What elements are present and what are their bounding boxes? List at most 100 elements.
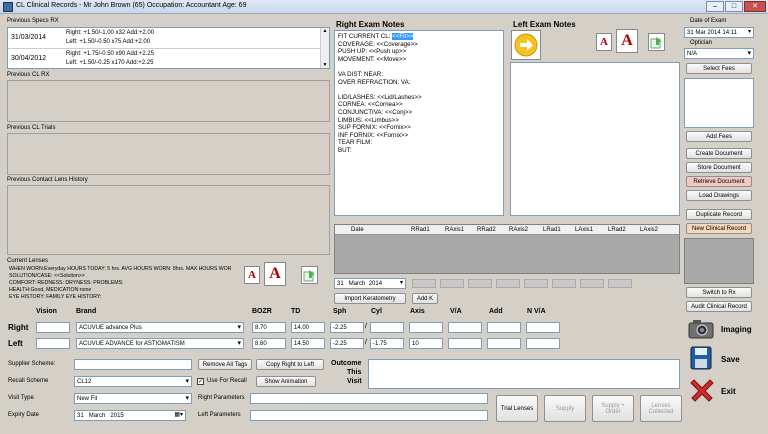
keratometry-grid[interactable]: Date RRad1 RAxis1 RRad2 RAxis2 LRad1 LAx… xyxy=(334,224,680,274)
optician-label: Optician xyxy=(690,40,713,46)
font-larger-button[interactable]: A xyxy=(264,262,286,286)
new-clinical-record-button[interactable]: New Clinical Record xyxy=(686,223,752,234)
right-brand-select[interactable]: ACUVUE advance Plus xyxy=(76,322,244,333)
expiry-date-picker[interactable]: 31 March 2015 ▦▾ xyxy=(74,410,186,421)
switch-to-rx-button[interactable]: Switch to Rx xyxy=(686,287,752,298)
left-vision-field[interactable] xyxy=(36,338,70,349)
supply-button[interactable]: Supply xyxy=(544,395,586,422)
left-eye-label: Left xyxy=(8,339,23,348)
select-fees-button[interactable]: Select Fees xyxy=(686,63,752,74)
font-smaller-button[interactable]: A xyxy=(244,266,260,284)
prev-specs-list[interactable]: 31/03/2014 Right: +1.50/-1.00 x32 Add:+2… xyxy=(7,27,330,69)
right-td-field[interactable]: 14.00 xyxy=(291,322,325,333)
floppy-disk-icon xyxy=(690,346,712,370)
window-title: CL Clinical Records - Mr John Brown (65)… xyxy=(16,2,247,9)
save-button[interactable]: Save xyxy=(688,346,758,372)
right-bozr-field[interactable]: 8.70 xyxy=(252,322,286,333)
load-drawings-button[interactable]: Load Drawings xyxy=(686,190,752,201)
kerato-input-1[interactable] xyxy=(412,279,436,288)
current-lenses-text[interactable]: WHEN WORN:Everyday HOURS TODAY: 5 hrs. A… xyxy=(7,266,242,306)
left-font-larger-button[interactable]: A xyxy=(616,29,638,53)
kerato-input-2[interactable] xyxy=(440,279,464,288)
app-icon xyxy=(3,2,13,12)
left-add-field[interactable] xyxy=(487,338,521,349)
duplicate-record-button[interactable]: Duplicate Record xyxy=(686,209,752,220)
kerato-input-6[interactable] xyxy=(552,279,576,288)
left-export-button[interactable] xyxy=(648,33,665,51)
show-animation-button[interactable]: Show Animation xyxy=(256,376,316,387)
spec-date: 30/04/2012 xyxy=(11,55,47,62)
lenses-collected-button[interactable]: Lenses Collected xyxy=(640,395,682,422)
prev-cl-rx-label: Previous CL RX xyxy=(7,72,50,78)
import-keratometry-button[interactable]: Import Keratometry xyxy=(334,293,406,304)
copy-notes-button[interactable] xyxy=(511,30,541,60)
kerato-input-4[interactable] xyxy=(496,279,520,288)
store-document-button[interactable]: Store Document xyxy=(686,162,752,173)
right-axis-field[interactable] xyxy=(409,322,443,333)
prev-cl-rx-panel xyxy=(7,80,330,122)
kerato-input-8[interactable] xyxy=(608,279,632,288)
imaging-button[interactable]: Imaging xyxy=(688,318,758,340)
right-cyl-field[interactable] xyxy=(370,322,404,333)
remove-all-tags-button[interactable]: Remove All Tags xyxy=(198,359,252,370)
left-va-field[interactable] xyxy=(448,338,482,349)
create-document-button[interactable]: Create Document xyxy=(686,148,752,159)
right-nva-field[interactable] xyxy=(526,322,560,333)
kerato-input-5[interactable] xyxy=(524,279,548,288)
title-bar: CL Clinical Records - Mr John Brown (65)… xyxy=(0,0,768,14)
maximize-button[interactable]: □ xyxy=(725,1,743,12)
copy-right-to-left-button[interactable]: Copy Right to Left xyxy=(256,359,324,370)
left-brand-select[interactable]: ACUVUE ADVANCE for ASTIGMATISM xyxy=(76,338,244,349)
kerato-date-picker[interactable]: 31 March 2014 ▾ xyxy=(334,278,406,289)
kerato-input-3[interactable] xyxy=(468,279,492,288)
left-axis-field[interactable]: 10 xyxy=(409,338,443,349)
retrieve-document-button[interactable]: Retrieve Document xyxy=(686,176,752,187)
left-cyl-field[interactable]: -1.75 xyxy=(370,338,404,349)
date-of-exam-picker[interactable]: 31 Mar 2014 14:11 ▾ xyxy=(684,27,754,38)
exit-button[interactable]: Exit xyxy=(688,378,758,404)
right-parameters-field[interactable] xyxy=(250,393,488,404)
supplier-scheme-field[interactable] xyxy=(74,359,192,370)
fees-list[interactable] xyxy=(684,78,754,128)
supply-order-button[interactable]: Supply + Order xyxy=(592,395,634,422)
spec-date: 31/03/2014 xyxy=(11,34,47,41)
right-exam-notes-editor[interactable]: FIT CURRENT CL: <<Fit>> COVERAGE: <<Cove… xyxy=(334,30,504,216)
dropdown-arrow-icon: ▾ xyxy=(399,280,403,286)
right-va-field[interactable] xyxy=(448,322,482,333)
left-nva-field[interactable] xyxy=(526,338,560,349)
left-sph-field[interactable]: -2.25 xyxy=(330,338,364,349)
close-button[interactable]: ✕ xyxy=(744,1,766,12)
scrollbar[interactable]: ▲ ▼ xyxy=(320,28,329,68)
minimize-button[interactable]: – xyxy=(706,1,724,12)
use-for-recall-label: Use For Recall xyxy=(207,378,247,384)
visit-type-select[interactable]: New Fit xyxy=(74,393,192,404)
list-item[interactable]: 30/04/2012 Right: +1.75/-0.50 x90 Add:+2… xyxy=(8,49,321,69)
add-fees-button[interactable]: Add Fees xyxy=(686,131,752,142)
camera-icon xyxy=(688,320,714,339)
scroll-down-icon[interactable]: ▼ xyxy=(321,62,329,68)
left-parameters-field[interactable] xyxy=(250,410,488,421)
scroll-up-icon[interactable]: ▲ xyxy=(321,28,329,34)
right-sph-field[interactable]: -2.25 xyxy=(330,322,364,333)
recall-scheme-select[interactable]: CL12 xyxy=(74,376,192,387)
use-for-recall-checkbox[interactable]: ✓ xyxy=(197,378,204,385)
export-button[interactable] xyxy=(301,266,318,284)
prev-cl-trials-panel xyxy=(7,133,330,175)
optician-select[interactable]: N/A xyxy=(684,48,754,59)
left-exam-notes-editor[interactable] xyxy=(510,62,680,216)
right-vision-field[interactable] xyxy=(36,322,70,333)
right-add-field[interactable] xyxy=(487,322,521,333)
left-td-field[interactable]: 14.50 xyxy=(291,338,325,349)
outcome-this-visit-field[interactable] xyxy=(368,359,680,389)
spec-left: Left: +1.50/-0.25 x170 Add:+2.25 xyxy=(66,60,154,66)
audit-clinical-record-button[interactable]: Audit Clinical Record xyxy=(686,301,752,312)
date-of-exam-label: Date of Exam xyxy=(690,18,727,24)
add-k-button[interactable]: Add K xyxy=(412,293,438,304)
trial-lenses-button[interactable]: Trial Lenses xyxy=(496,395,538,422)
list-item[interactable]: 31/03/2014 Right: +1.50/-1.00 x32 Add:+2… xyxy=(8,28,321,49)
left-font-smaller-button[interactable]: A xyxy=(596,33,612,51)
kerato-input-7[interactable] xyxy=(580,279,604,288)
left-bozr-field[interactable]: 8.60 xyxy=(252,338,286,349)
current-lenses-label: Current Lenses xyxy=(7,258,49,264)
supplier-scheme-label: Supplier Scheme: xyxy=(8,361,56,367)
